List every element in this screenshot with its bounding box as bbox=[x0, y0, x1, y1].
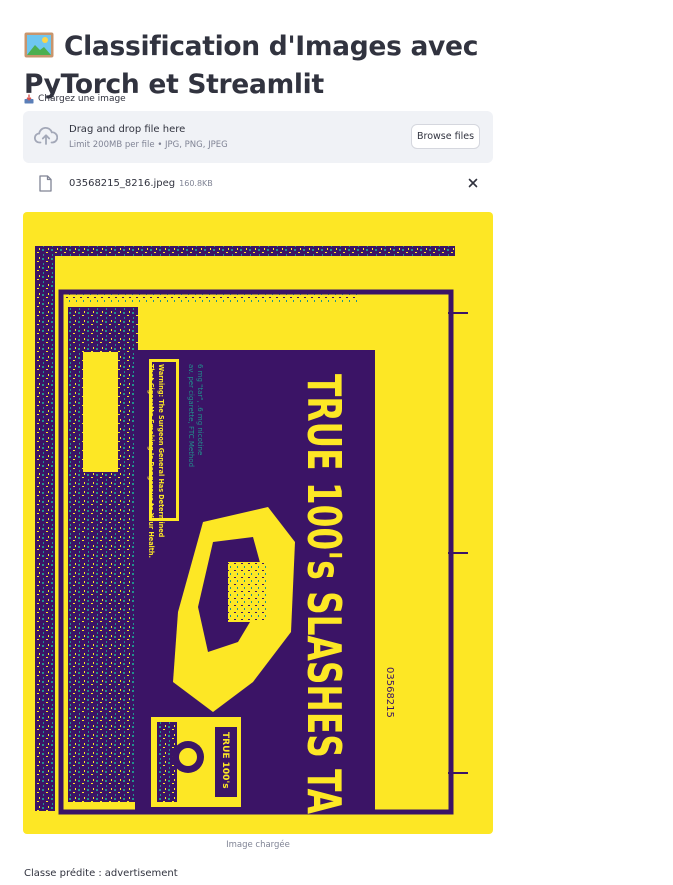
file-name-text: 03568215_8216.jpeg bbox=[69, 178, 176, 189]
warning-line-2: That Cigarette Smoking Is Dangerous to Y… bbox=[147, 364, 156, 558]
file-size: 160.8KB bbox=[179, 179, 213, 188]
prediction-result: Classe prédite : advertisement bbox=[24, 868, 178, 879]
pack-texture bbox=[228, 562, 268, 622]
close-icon[interactable] bbox=[466, 176, 480, 190]
framed-picture-icon bbox=[24, 32, 54, 58]
inbox-tray-icon bbox=[24, 94, 34, 104]
uploader-label-text: Chargez une image bbox=[38, 94, 126, 104]
file-icon bbox=[39, 175, 52, 192]
document-scan: Warning: The Surgeon General Has Determi… bbox=[35, 246, 468, 815]
page-title-text: Classification d'Images avec PyTorch et … bbox=[24, 30, 479, 100]
side-label bbox=[83, 352, 118, 472]
prediction-label: Classe prédite : bbox=[24, 868, 102, 879]
prediction-value: advertisement bbox=[104, 868, 178, 879]
uploaded-file-row: 03568215_8216.jpeg 160.8KB bbox=[23, 172, 493, 196]
tar-notice-line-2: av. per cigarette, FTC Method bbox=[187, 364, 195, 467]
edge-mark-2 bbox=[448, 552, 468, 554]
uploader-label: Chargez une image bbox=[24, 94, 126, 104]
pack-emblem-inner bbox=[179, 748, 197, 766]
file-dropzone[interactable]: Drag and drop file here Limit 200MB per … bbox=[23, 111, 493, 163]
doc-code: 03568215 bbox=[384, 667, 395, 718]
headline-text: TRUE 100's SLASHES TA bbox=[297, 374, 351, 814]
image-caption: Image chargée bbox=[226, 840, 290, 850]
edge-mark-1 bbox=[448, 312, 468, 314]
warning-line-1: Warning: The Surgeon General Has Determi… bbox=[157, 364, 166, 538]
edge-mark-3 bbox=[448, 772, 468, 774]
uploaded-file-name: 03568215_8216.jpeg 160.8KB bbox=[69, 178, 213, 189]
scan-noise-top bbox=[35, 246, 455, 256]
cloud-upload-icon bbox=[34, 126, 58, 145]
dropzone-subtitle: Limit 200MB per file • JPG, PNG, JPEG bbox=[69, 140, 228, 150]
dropzone-title: Drag and drop file here bbox=[69, 124, 186, 135]
browse-files-button[interactable]: Browse files bbox=[411, 124, 480, 149]
scan-noise-left bbox=[35, 246, 55, 811]
page-title: Classification d'Images avec PyTorch et … bbox=[24, 28, 494, 104]
tar-notice-line-1: 6 mg "tar", .6 mg nicotine bbox=[196, 364, 204, 455]
pack-text: TRUE 100's bbox=[220, 732, 230, 789]
uploaded-image: Warning: The Surgeon General Has Determi… bbox=[23, 212, 493, 834]
